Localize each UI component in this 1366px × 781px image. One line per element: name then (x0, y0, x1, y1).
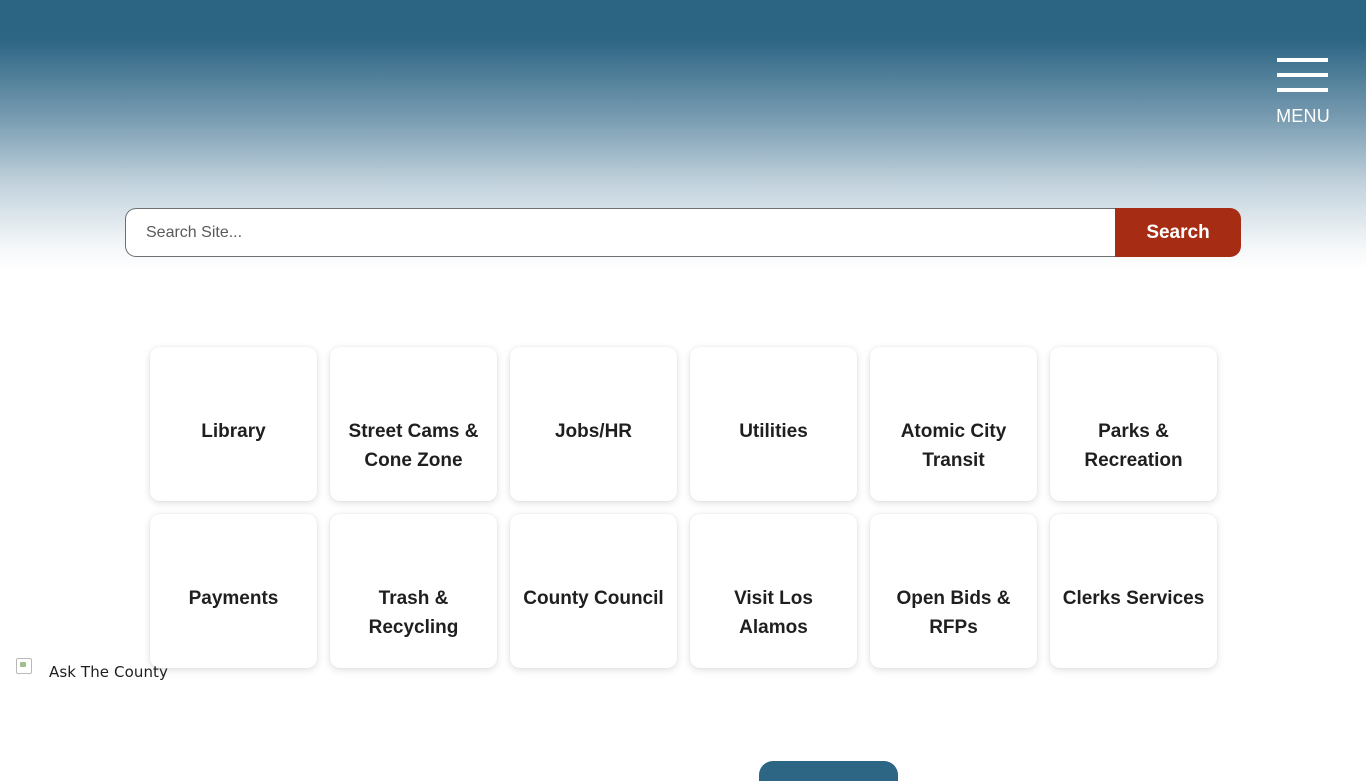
quick-link-label: Parks & Recreation (1084, 421, 1183, 471)
quick-link-atomic-city-transit[interactable]: Atomic City Transit (870, 347, 1037, 501)
quick-link-county-council[interactable]: County Council (510, 514, 677, 668)
quick-link-label: Trash & Recycling (368, 588, 459, 638)
quick-link-parks-recreation[interactable]: Parks & Recreation (1050, 347, 1217, 501)
quick-link-label: Visit Los Alamos (734, 588, 813, 638)
broken-image-icon (16, 658, 32, 674)
quick-link-label: Street Cams & Cone Zone (348, 421, 479, 471)
quick-link-street-cams[interactable]: Street Cams & Cone Zone (330, 347, 497, 501)
bottom-action-button[interactable] (759, 761, 898, 781)
quick-link-label: Library (201, 421, 266, 442)
quick-link-library[interactable]: Library (150, 347, 317, 501)
quick-links-grid: Library Street Cams & Cone Zone Jobs/HR … (150, 347, 1217, 668)
quick-link-utilities[interactable]: Utilities (690, 347, 857, 501)
quick-link-trash-recycling[interactable]: Trash & Recycling (330, 514, 497, 668)
site-search: Search (125, 208, 1241, 257)
quick-link-clerks-services[interactable]: Clerks Services (1050, 514, 1217, 668)
menu-button[interactable]: MENU (1270, 56, 1336, 128)
quick-link-jobs-hr[interactable]: Jobs/HR (510, 347, 677, 501)
quick-link-visit-los-alamos[interactable]: Visit Los Alamos (690, 514, 857, 668)
quick-link-payments[interactable]: Payments (150, 514, 317, 668)
quick-link-open-bids[interactable]: Open Bids & RFPs (870, 514, 1037, 668)
ask-the-county-label: Ask The County (49, 663, 169, 681)
quick-link-label: Payments (188, 588, 279, 609)
menu-label: MENU (1276, 106, 1330, 126)
quick-link-label: Utilities (739, 421, 808, 442)
quick-link-label: Open Bids & RFPs (896, 588, 1011, 638)
hamburger-icon (1277, 58, 1328, 96)
quick-link-label: Clerks Services (1062, 588, 1205, 609)
search-button[interactable]: Search (1115, 208, 1241, 257)
ask-the-county-widget[interactable]: Ask The County (16, 658, 169, 684)
quick-link-label: Jobs/HR (554, 421, 633, 442)
quick-link-label: Atomic City Transit (900, 421, 1007, 471)
quick-link-label: County Council (523, 588, 664, 609)
search-input[interactable] (125, 208, 1116, 257)
